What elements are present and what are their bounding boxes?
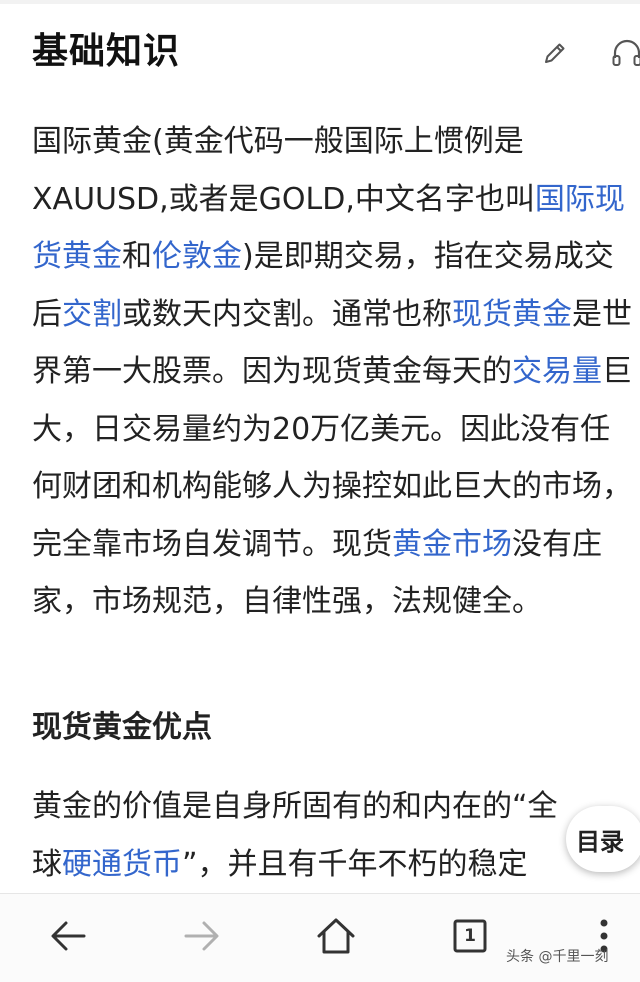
- browser-page: 基础知识 国际黄金(黄金代码一般国际上惯例是XAUUSD,或者是GOLD,中文名…: [0, 0, 640, 982]
- link-trading-volume[interactable]: 交易量: [512, 354, 602, 389]
- pencil-icon[interactable]: [540, 38, 570, 68]
- article-paragraph: 国际黄金(黄金代码一般国际上惯例是XAUUSD,或者是GOLD,中文名字也叫国际…: [32, 113, 638, 631]
- arrow-left-icon[interactable]: [46, 914, 90, 958]
- link-spot-gold[interactable]: 现货黄金: [452, 297, 572, 332]
- paragraph-line: 黄金的价值是自身所固有的和内在的“全: [32, 789, 558, 824]
- paragraph-line: 球硬通货币”，并且有千年不朽的稳定: [32, 836, 640, 894]
- section-header: 基础知识: [32, 18, 640, 78]
- link-hard-currency[interactable]: 硬通货币: [62, 847, 182, 882]
- subsection-title: 现货黄金优点: [32, 710, 212, 745]
- tabs-button[interactable]: 1: [448, 914, 492, 958]
- text-segment: 球: [32, 846, 62, 882]
- text-segment: 和: [122, 239, 152, 274]
- bottom-navigation-bar: 1 头条 @千里一刻: [0, 893, 640, 982]
- watermark: 头条 @千里一刻: [506, 949, 609, 965]
- paragraph-text: 国际黄金(黄金代码一般国际上惯例是XAUUSD,或者是GOLD,中文名字也叫国际…: [32, 113, 638, 631]
- toc-button[interactable]: 目录: [566, 806, 640, 872]
- headphones-icon[interactable]: [610, 38, 640, 68]
- top-edge: [0, 0, 640, 4]
- link-london-gold[interactable]: 伦敦金: [152, 239, 242, 274]
- text-segment: 国际黄金(黄金代码一般国际上惯例是XAUUSD,或者是GOLD,中文名字也叫: [32, 124, 535, 217]
- link-delivery[interactable]: 交割: [62, 297, 122, 332]
- text-segment: ”，并且有千年不朽的稳定: [182, 846, 528, 882]
- link-gold-market[interactable]: 黄金市场: [392, 527, 512, 562]
- home-icon[interactable]: [314, 914, 358, 958]
- tabs-count: 1: [464, 926, 476, 946]
- article-paragraph-2: 黄金的价值是自身所固有的和内在的“全 球硬通货币”，并且有千年不朽的稳定: [32, 778, 640, 893]
- section-title: 基础知识: [32, 31, 181, 72]
- text-segment: 或数天内交割。通常也称: [122, 296, 452, 332]
- arrow-right-icon[interactable]: [180, 914, 224, 958]
